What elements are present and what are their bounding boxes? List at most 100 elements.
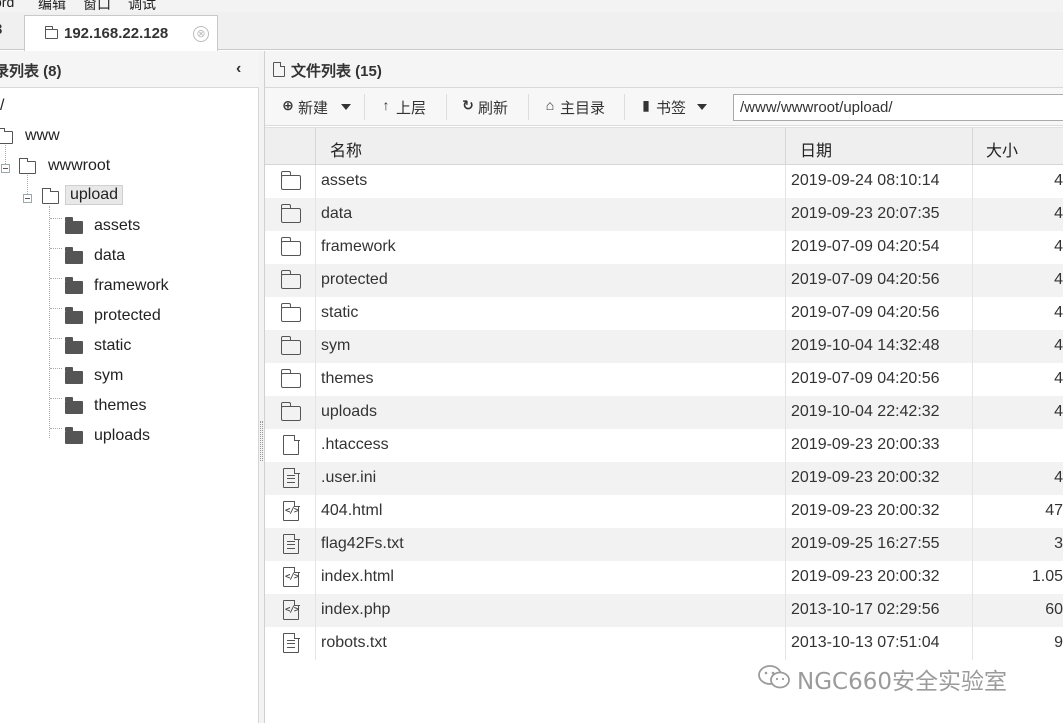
table-row[interactable]: </> index.html 2019-09-23 20:00:32 1.05 xyxy=(265,561,1063,594)
file-name: static xyxy=(321,304,359,321)
tree-node-upload[interactable]: upload xyxy=(0,185,200,210)
table-row[interactable]: data 2019-09-23 20:07:35 4 xyxy=(265,198,1063,231)
file-size: 4 xyxy=(1054,337,1063,354)
up-level-button[interactable]: ↑ 上层 xyxy=(379,92,435,122)
new-button[interactable]: ⊕ 新建 xyxy=(281,92,353,122)
column-header-size[interactable]: 大小 xyxy=(986,137,1018,161)
file-size: 47 xyxy=(1045,502,1063,519)
file-name: flag42Fs.txt xyxy=(321,535,404,552)
file-list-panel: 文件列表 (15) ⊕ 新建 ↑ 上层 ↻ 刷新 ⌂ 主目录 ▮ 书签 /www… xyxy=(265,51,1063,723)
chevron-down-icon xyxy=(697,104,707,110)
tree-node-sym[interactable]: sym xyxy=(0,366,200,390)
folder-icon xyxy=(280,303,301,324)
path-input[interactable] xyxy=(733,94,1063,121)
file-size: 1.05 xyxy=(1031,568,1063,585)
file-name: .htaccess xyxy=(321,436,389,453)
tree-node-static[interactable]: static xyxy=(0,336,200,360)
splitter-grip-icon[interactable] xyxy=(260,421,263,461)
tree-node-assets[interactable]: assets xyxy=(0,216,200,240)
arrow-up-icon: ↑ xyxy=(382,97,390,113)
close-tab-icon[interactable]: ⊗ xyxy=(193,26,209,42)
file-name: framework xyxy=(321,238,396,255)
collapse-node-icon[interactable] xyxy=(23,194,32,203)
table-row[interactable]: sym 2019-10-04 14:32:48 4 xyxy=(265,330,1063,363)
file-name: protected xyxy=(321,271,388,288)
table-row[interactable]: uploads 2019-10-04 22:42:32 4 xyxy=(265,396,1063,429)
table-row[interactable]: framework 2019-07-09 04:20:54 4 xyxy=(265,231,1063,264)
table-row[interactable]: </> 404.html 2019-09-23 20:00:32 47 xyxy=(265,495,1063,528)
file-size: 4 xyxy=(1054,271,1063,288)
tree-node-uploads[interactable]: uploads xyxy=(0,426,200,450)
table-row[interactable]: themes 2019-07-09 04:20:56 4 xyxy=(265,363,1063,396)
file-name: themes xyxy=(321,370,374,387)
table-row[interactable]: .user.ini 2019-09-23 20:00:32 4 xyxy=(265,462,1063,495)
table-row[interactable]: </> index.php 2013-10-17 02:29:56 60 xyxy=(265,594,1063,627)
file-name: index.html xyxy=(321,568,394,585)
text-file-icon xyxy=(281,533,301,555)
collapse-panel-icon[interactable]: ‹ xyxy=(236,60,241,78)
folder-open-icon xyxy=(41,188,59,204)
tree-node-themes[interactable]: themes xyxy=(0,396,200,420)
code-file-icon: </> xyxy=(281,500,301,522)
file-toolbar: ⊕ 新建 ↑ 上层 ↻ 刷新 ⌂ 主目录 ▮ 书签 xyxy=(265,88,1063,126)
table-row[interactable]: static 2019-07-09 04:20:56 4 xyxy=(265,297,1063,330)
folder-icon xyxy=(280,270,301,291)
directory-panel-title: 录列表 (8) xyxy=(0,63,62,80)
directory-panel: 录列表 (8) ‹ / www wwwroot upload assets da… xyxy=(0,51,259,723)
file-icon xyxy=(273,62,285,77)
menu-bar: ord 编辑 窗口 调试 xyxy=(0,0,1063,12)
file-name: index.php xyxy=(321,601,391,618)
menu-item-record[interactable]: ord xyxy=(0,0,14,10)
table-row[interactable]: assets 2019-09-24 08:10:14 4 xyxy=(265,165,1063,198)
file-date: 2019-09-24 08:10:14 xyxy=(791,172,940,189)
folder-icon xyxy=(65,277,83,294)
home-directory-button[interactable]: ⌂ 主目录 xyxy=(543,92,613,122)
tab-bar: 3 192.168.22.128 ⊗ xyxy=(0,12,1063,51)
file-size: 4 xyxy=(1054,238,1063,255)
refresh-button[interactable]: ↻ 刷新 xyxy=(461,92,517,122)
folder-icon xyxy=(65,247,83,264)
directory-panel-header: 录列表 (8) ‹ xyxy=(0,51,259,88)
folder-icon xyxy=(280,336,301,357)
file-date: 2019-09-23 20:00:32 xyxy=(791,568,940,585)
folder-icon xyxy=(65,217,83,234)
table-row[interactable]: robots.txt 2013-10-13 07:51:04 9 xyxy=(265,627,1063,660)
file-date: 2019-09-23 20:00:32 xyxy=(791,502,940,519)
file-date: 2019-09-23 20:07:35 xyxy=(791,205,940,222)
column-header-date[interactable]: 日期 xyxy=(800,137,832,161)
tab-previous[interactable]: 3 xyxy=(0,21,12,45)
bookmark-button[interactable]: ▮ 书签 xyxy=(639,92,711,122)
tree-node-framework[interactable]: framework xyxy=(0,276,200,300)
tree-node-www[interactable]: www xyxy=(0,126,120,150)
file-date: 2019-07-09 04:20:56 xyxy=(791,304,940,321)
menu-item-edit[interactable]: 编辑 xyxy=(38,0,66,12)
menu-item-debug[interactable]: 调试 xyxy=(128,0,156,12)
table-row[interactable]: .htaccess 2019-09-23 20:00:33 xyxy=(265,429,1063,462)
file-date: 2019-10-04 14:32:48 xyxy=(791,337,940,354)
file-date: 2019-09-23 20:00:32 xyxy=(791,469,940,486)
column-header-name[interactable]: 名称 xyxy=(330,137,362,161)
tree-node-wwwroot[interactable]: wwwroot xyxy=(0,156,160,180)
file-date: 2019-09-25 16:27:55 xyxy=(791,535,940,552)
table-row[interactable]: protected 2019-07-09 04:20:56 4 xyxy=(265,264,1063,297)
wechat-logo-icon xyxy=(758,665,790,689)
file-date: 2019-07-09 04:20:54 xyxy=(791,238,940,255)
tree-node-data[interactable]: data xyxy=(0,246,200,270)
file-name: assets xyxy=(321,172,368,189)
file-date: 2019-07-09 04:20:56 xyxy=(791,271,940,288)
text-file-icon xyxy=(281,467,301,489)
collapse-node-icon[interactable] xyxy=(1,164,10,173)
file-name: sym xyxy=(321,337,351,354)
table-row[interactable]: flag42Fs.txt 2019-09-25 16:27:55 3 xyxy=(265,528,1063,561)
tab-192-168-22-128[interactable]: 192.168.22.128 ⊗ xyxy=(24,15,218,51)
tree-node-protected[interactable]: protected xyxy=(0,306,200,330)
folder-open-icon xyxy=(0,128,13,144)
file-size: 4 xyxy=(1054,172,1063,189)
folder-icon xyxy=(65,397,83,414)
menu-item-window[interactable]: 窗口 xyxy=(83,0,111,12)
file-date: 2019-07-09 04:20:56 xyxy=(791,370,940,387)
folder-icon xyxy=(280,369,301,390)
file-name: .user.ini xyxy=(321,469,377,486)
bookmark-icon: ▮ xyxy=(642,97,650,113)
file-table-header: 名称 日期 大小 xyxy=(265,127,1063,166)
